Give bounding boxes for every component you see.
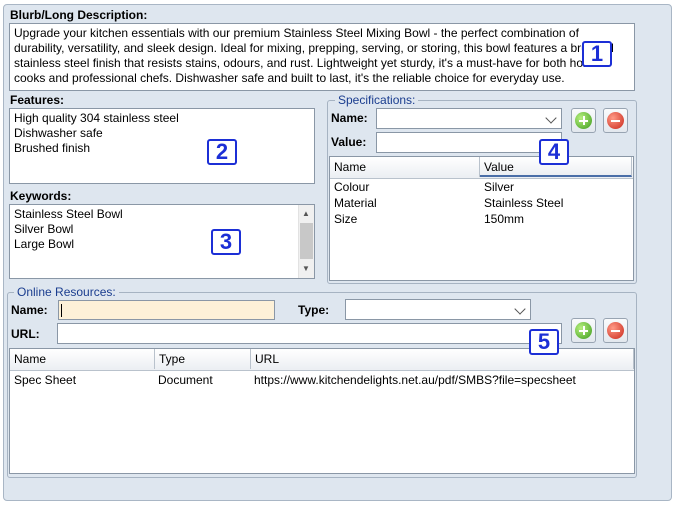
callout-marker-4: 4: [539, 139, 569, 165]
feature-line: Brushed finish: [14, 141, 91, 155]
feature-line: High quality 304 stainless steel: [14, 111, 179, 125]
spec-col-name[interactable]: Name: [330, 157, 480, 177]
chevron-down-icon: [545, 112, 557, 124]
resource-name-label: Name:: [11, 303, 48, 317]
resource-col-url[interactable]: URL: [251, 349, 634, 369]
resource-name-input[interactable]: [58, 300, 275, 320]
blurb-label: Blurb/Long Description:: [10, 8, 148, 22]
callout-marker-5: 5: [529, 329, 559, 355]
resource-url-label: URL:: [11, 327, 40, 341]
features-textarea[interactable]: High quality 304 stainless steel Dishwas…: [9, 108, 315, 184]
feature-line: Dishwasher safe: [14, 126, 103, 140]
spec-name-label: Name:: [331, 111, 368, 125]
keywords-textarea[interactable]: Stainless Steel Bowl Silver Bowl Large B…: [9, 204, 315, 279]
scroll-down-icon[interactable]: ▼: [302, 264, 310, 273]
scrollbar-thumb[interactable]: [300, 223, 313, 259]
keywords-label: Keywords:: [10, 189, 72, 203]
callout-marker-1: 1: [582, 41, 612, 67]
callout-marker-3: 3: [211, 229, 241, 255]
online-resources-table: Name Type URL Spec Sheet Document https:…: [9, 348, 635, 474]
resource-col-type[interactable]: Type: [155, 349, 251, 369]
add-icon: [575, 112, 592, 129]
resource-url-input[interactable]: [57, 323, 562, 344]
resource-col-name[interactable]: Name: [10, 349, 155, 369]
add-icon: [575, 322, 592, 339]
spec-value-label: Value:: [331, 135, 367, 149]
specifications-title: Specifications:: [335, 93, 419, 107]
blurb-textarea[interactable]: Upgrade your kitchen essentials with our…: [9, 23, 635, 91]
table-row[interactable]: Size 150mm: [330, 211, 633, 227]
scroll-up-icon[interactable]: ▲: [302, 209, 310, 218]
spec-name-combobox[interactable]: [376, 108, 562, 129]
remove-icon: [607, 322, 624, 339]
spec-value-input[interactable]: [376, 132, 562, 153]
spec-table-header: Name Value: [330, 157, 633, 179]
keywords-scrollbar[interactable]: ▲ ▼: [298, 205, 314, 278]
resource-type-label: Type:: [298, 303, 330, 317]
resource-type-combobox[interactable]: [345, 299, 531, 320]
add-resource-button[interactable]: [571, 318, 596, 343]
keyword-line: Large Bowl: [14, 237, 75, 251]
add-spec-button[interactable]: [571, 108, 596, 133]
table-row[interactable]: Material Stainless Steel: [330, 195, 633, 211]
callout-marker-2: 2: [207, 139, 237, 165]
remove-spec-button[interactable]: [603, 108, 628, 133]
remove-icon: [607, 112, 624, 129]
text-cursor: [61, 304, 62, 317]
features-label: Features:: [10, 93, 65, 107]
table-row[interactable]: Colour Silver: [330, 179, 633, 195]
chevron-down-icon: [514, 303, 526, 315]
specifications-table: Name Value Colour Silver Material Stainl…: [329, 156, 634, 281]
keyword-line: Stainless Steel Bowl: [14, 207, 123, 221]
remove-resource-button[interactable]: [603, 318, 628, 343]
table-row[interactable]: Spec Sheet Document https://www.kitchend…: [10, 372, 634, 388]
keyword-line: Silver Bowl: [14, 222, 74, 236]
online-resources-title: Online Resources:: [14, 285, 119, 299]
